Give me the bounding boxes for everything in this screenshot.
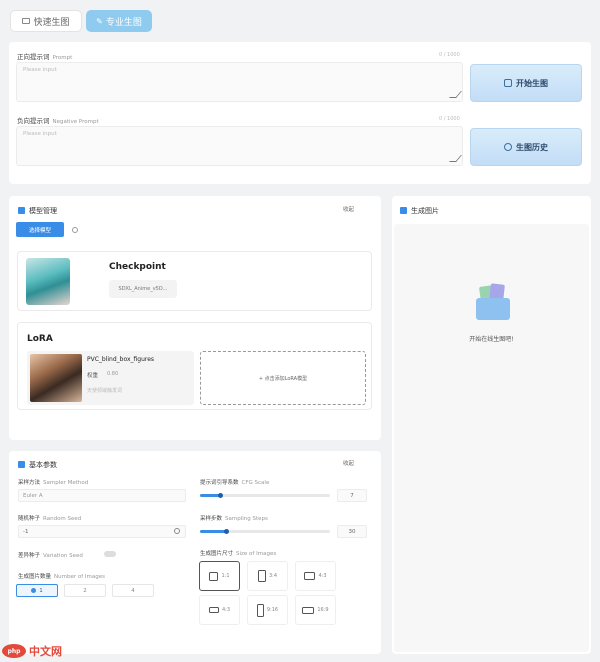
output-panel: 生成图片 开始在线生图吧! xyxy=(392,196,591,654)
checkpoint-name[interactable]: SDXL_Anime_v5D... xyxy=(109,280,177,298)
checkpoint-thumbnail xyxy=(26,258,70,305)
landscape-icon xyxy=(304,572,316,580)
select-model-button[interactable]: 选择模型 xyxy=(16,222,64,237)
start-generate-label: 开始生图 xyxy=(516,78,548,88)
lora-trigger-words: 天使领域触发词 xyxy=(87,388,123,394)
prompt-panel: 正向提示词 Prompt 0 / 1000 Please input 负向提示词 N… xyxy=(9,42,591,184)
steps-slider-knob[interactable] xyxy=(224,528,229,534)
ratio-4-3[interactable]: 4:3 xyxy=(295,561,336,591)
folder-icon xyxy=(474,283,514,324)
output-panel-title: 生成图片 xyxy=(411,207,439,215)
cfg-slider-fill xyxy=(200,494,220,497)
check-icon xyxy=(400,207,407,214)
history-icon xyxy=(504,143,512,151)
num-images-label: 生成图片数量 Number of Images xyxy=(18,574,105,580)
watermark: php 中文网 xyxy=(2,643,62,659)
checkpoint-card: Checkpoint SDXL_Anime_v5D... xyxy=(17,251,372,311)
generate-history-label: 生图历史 xyxy=(516,142,548,152)
positive-prompt-input[interactable]: Please input xyxy=(16,62,463,102)
ratio-16-9[interactable]: 16:9 xyxy=(295,595,336,625)
cfg-input[interactable]: 7 xyxy=(337,489,367,502)
model-collapse-button[interactable]: 收起 xyxy=(343,205,354,213)
help-icon[interactable] xyxy=(72,227,78,233)
variation-seed-toggle[interactable] xyxy=(104,551,116,557)
check-icon xyxy=(18,207,25,214)
cfg-label: 提示词引导系数 CFG Scale xyxy=(200,480,270,486)
negative-char-count: 0 / 1000 xyxy=(439,116,460,122)
params-panel-title: 基本参数 xyxy=(29,461,57,469)
tab-pro-label: 专业生图 xyxy=(105,17,142,28)
tab-quick-generate[interactable]: 快速生图 xyxy=(10,10,82,32)
params-collapse-button[interactable]: 收起 xyxy=(343,459,354,467)
model-panel: 模型管理 收起 选择模型 Checkpoint SDXL_Anime_v5D..… xyxy=(9,196,381,440)
lora-title: LoRA xyxy=(27,334,53,344)
checkpoint-title: Checkpoint xyxy=(109,262,166,272)
lora-weight-value[interactable]: 0.80 xyxy=(107,371,118,377)
steps-input[interactable]: 30 xyxy=(337,525,367,538)
negative-prompt-label: 负向提示词 Negative Prompt xyxy=(17,117,99,125)
num-images-option-2[interactable]: 2 xyxy=(64,584,106,597)
sampler-select[interactable]: Euler A xyxy=(18,489,186,502)
lora-card: LoRA PVC_blind_box_figures 权重 0.80 天使领域触… xyxy=(17,322,372,410)
square-icon xyxy=(209,571,219,581)
negative-prompt-input[interactable]: Please input xyxy=(16,126,463,166)
start-generate-button[interactable]: 开始生图 xyxy=(470,64,582,102)
lora-name: PVC_blind_box_figures xyxy=(87,356,155,363)
check-icon xyxy=(18,461,25,468)
ratio-4-3-alt[interactable]: 4:3 xyxy=(199,595,240,625)
positive-char-count: 0 / 1000 xyxy=(439,52,460,58)
ratio-1-1[interactable]: 1:1 xyxy=(199,561,240,591)
resize-grip-icon[interactable] xyxy=(449,155,462,162)
positive-prompt-label: 正向提示词 Prompt xyxy=(17,53,73,61)
cfg-slider[interactable] xyxy=(200,492,330,498)
portrait-icon xyxy=(256,603,264,617)
generate-history-button[interactable]: 生图历史 xyxy=(470,128,582,166)
output-canvas: 开始在线生图吧! xyxy=(394,224,589,652)
variation-seed-label: 差异种子 Variation Seed xyxy=(18,553,83,559)
num-images-option-4[interactable]: 4 xyxy=(112,584,154,597)
sampler-label: 采样方法 Sampler Method xyxy=(18,480,89,486)
steps-slider[interactable] xyxy=(200,528,330,534)
negative-placeholder: Please input xyxy=(23,131,57,137)
landscape-icon xyxy=(208,607,219,613)
params-panel: 基本参数 收起 采样方法 Sampler Method Euler A 提示词引导… xyxy=(9,451,381,654)
lora-item[interactable]: PVC_blind_box_figures 权重 0.80 天使领域触发词 xyxy=(27,351,194,405)
cfg-slider-knob[interactable] xyxy=(218,492,223,498)
seed-input[interactable]: -1 xyxy=(18,525,186,538)
image-icon xyxy=(22,18,31,24)
edit-icon: ✎ xyxy=(96,16,103,26)
empty-state-text: 开始在线生图吧! xyxy=(469,336,514,343)
ratio-3-4[interactable]: 3:4 xyxy=(247,561,288,591)
php-logo-icon: php xyxy=(2,644,26,658)
image-size-label: 生成图片尺寸 Size of Images xyxy=(200,551,277,557)
watermark-text: 中文网 xyxy=(29,645,62,658)
lora-weight-label: 权重 xyxy=(87,373,99,379)
tab-quick-label: 快速生图 xyxy=(33,17,70,28)
resize-grip-icon[interactable] xyxy=(449,91,462,98)
steps-slider-fill xyxy=(200,530,226,533)
num-images-option-1[interactable]: 1 xyxy=(16,584,58,597)
steps-label: 采样步数 Sampling Steps xyxy=(200,516,268,522)
image-icon xyxy=(504,79,512,87)
lora-thumbnail xyxy=(30,354,82,402)
refresh-icon[interactable] xyxy=(174,528,180,534)
add-lora-button[interactable]: + 点击添加LoRA模型 xyxy=(200,351,366,405)
portrait-icon xyxy=(257,570,266,582)
positive-placeholder: Please input xyxy=(23,67,57,73)
radio-icon xyxy=(31,588,37,593)
seed-label: 随机种子 Random Seed xyxy=(18,516,82,522)
tab-pro-generate[interactable]: ✎ 专业生图 xyxy=(86,10,152,32)
ratio-9-16[interactable]: 9:16 xyxy=(247,595,288,625)
landscape-icon xyxy=(302,606,315,614)
model-panel-title: 模型管理 xyxy=(29,207,57,215)
